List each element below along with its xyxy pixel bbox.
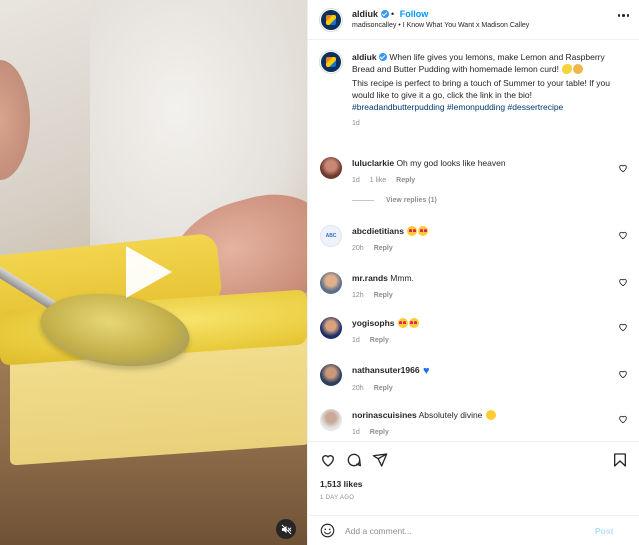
reply-button[interactable]: Reply xyxy=(370,335,389,347)
caption-time[interactable]: 1d xyxy=(352,118,360,130)
comment-username[interactable]: yogisophs xyxy=(352,318,395,328)
avatar[interactable] xyxy=(320,157,342,179)
comment-row: luluclarkie Oh my god looks like heaven … xyxy=(320,157,630,187)
add-comment-bar: Post xyxy=(308,515,639,545)
post-actions: 1,513 likes 1 DAY AGO xyxy=(308,441,639,511)
hashtag-link[interactable]: #breadandbutterpudding xyxy=(352,102,445,112)
yum-emoji-icon xyxy=(485,410,496,420)
avatar[interactable] xyxy=(320,51,342,73)
hashtag-link[interactable]: #lemonpudding xyxy=(447,102,505,112)
comment-text: Absolutely divine xyxy=(418,410,483,420)
reply-button[interactable]: Reply xyxy=(374,290,393,302)
avatar[interactable]: ABC xyxy=(320,225,342,247)
mute-icon xyxy=(281,524,291,534)
verified-icon xyxy=(380,9,389,18)
comment-row: yogisophs 1d Reply xyxy=(320,317,630,347)
view-replies-button[interactable]: View replies (1) xyxy=(352,197,437,204)
comment-time[interactable]: 12h xyxy=(352,290,364,302)
video-player[interactable] xyxy=(0,0,307,545)
comment-row: norinascuisines Absolutely divine 1d Repl… xyxy=(320,409,630,439)
post-button[interactable]: Post xyxy=(595,526,613,536)
heart-eyes-emoji-icon xyxy=(397,318,408,328)
mute-button[interactable] xyxy=(276,519,296,539)
comment-time[interactable]: 1d xyxy=(352,427,360,439)
hashtag-link[interactable]: #dessertrecipe xyxy=(508,102,564,112)
caption-username[interactable]: aldiuk xyxy=(352,52,377,62)
heart-icon[interactable] xyxy=(618,230,628,240)
emoji-icon[interactable] xyxy=(320,523,335,538)
more-icon[interactable] xyxy=(617,14,629,17)
like-heart-icon[interactable] xyxy=(320,452,336,468)
view-replies-label: View replies (1) xyxy=(386,197,437,204)
comment-username[interactable]: abcdietitians xyxy=(352,226,404,236)
heart-eyes-emoji-icon xyxy=(418,226,429,236)
blue-heart-emoji-icon: ♥ xyxy=(422,365,430,377)
header-subtitle[interactable]: madisoncalley • I Know What You Want x M… xyxy=(352,20,529,32)
divider-line xyxy=(352,200,374,201)
comment-username[interactable]: nathansuter1966 xyxy=(352,365,420,375)
comment-text: Mmm. xyxy=(390,273,414,283)
comment-row: mr.rands Mmm. 12h Reply xyxy=(320,272,630,302)
header-separator: • xyxy=(391,8,395,19)
comment-likes[interactable]: 1 like xyxy=(370,175,386,187)
heart-icon[interactable] xyxy=(618,277,628,287)
comment-input[interactable] xyxy=(345,525,595,536)
aldi-logo xyxy=(326,57,336,67)
avatar[interactable] xyxy=(320,8,342,31)
heart-eyes-emoji-icon xyxy=(407,226,418,236)
reply-button[interactable]: Reply xyxy=(370,427,389,439)
lemon-emoji-icon xyxy=(562,64,573,74)
heart-icon[interactable] xyxy=(618,369,628,379)
play-icon[interactable] xyxy=(126,246,172,298)
heart-icon[interactable] xyxy=(618,414,628,424)
comment-icon[interactable] xyxy=(346,452,362,468)
comment-username[interactable]: norinascuisines xyxy=(352,410,417,420)
follow-button[interactable]: Follow xyxy=(400,9,429,19)
verified-icon xyxy=(378,53,387,61)
avatar[interactable] xyxy=(320,364,342,386)
comment-text: Oh my god looks like heaven xyxy=(396,158,506,168)
share-icon[interactable] xyxy=(372,452,388,468)
likes-count[interactable]: 1,513 likes xyxy=(320,479,363,489)
comment-username[interactable]: luluclarkie xyxy=(352,158,394,168)
heart-eyes-emoji-icon xyxy=(408,318,419,328)
avatar[interactable] xyxy=(320,409,342,431)
video-hand-left xyxy=(0,60,30,180)
avatar[interactable] xyxy=(320,272,342,294)
reply-button[interactable]: Reply xyxy=(374,383,393,395)
aldi-logo xyxy=(326,14,336,25)
post-date[interactable]: 1 DAY AGO xyxy=(320,495,354,501)
caption-text-2: This recipe is perfect to bring a touch … xyxy=(352,78,610,100)
avatar[interactable] xyxy=(320,317,342,339)
comments-list[interactable]: aldiuk When life gives you lemons, make … xyxy=(308,41,639,441)
cowboy-emoji-icon xyxy=(573,64,584,74)
comment-row: nathansuter1966 ♥ 20h Reply xyxy=(320,364,630,395)
comment-time[interactable]: 1d xyxy=(352,175,360,187)
comment-time[interactable]: 1d xyxy=(352,335,360,347)
post-sidebar: aldiuk • Follow madisoncalley • I Know W… xyxy=(307,0,639,545)
comment-username[interactable]: mr.rands xyxy=(352,273,388,283)
heart-icon[interactable] xyxy=(618,163,628,173)
save-icon[interactable] xyxy=(612,452,628,468)
header-username[interactable]: aldiuk xyxy=(352,9,378,19)
caption: aldiuk When life gives you lemons, make … xyxy=(320,51,630,130)
reply-button[interactable]: Reply xyxy=(396,175,415,187)
comment-time[interactable]: 20h xyxy=(352,383,364,395)
reply-button[interactable]: Reply xyxy=(374,243,393,255)
comment-time[interactable]: 20h xyxy=(352,243,364,255)
heart-icon[interactable] xyxy=(618,322,628,332)
post-header: aldiuk • Follow madisoncalley • I Know W… xyxy=(308,0,639,40)
comment-row: ABC abcdietitians 20h Reply xyxy=(320,225,630,255)
